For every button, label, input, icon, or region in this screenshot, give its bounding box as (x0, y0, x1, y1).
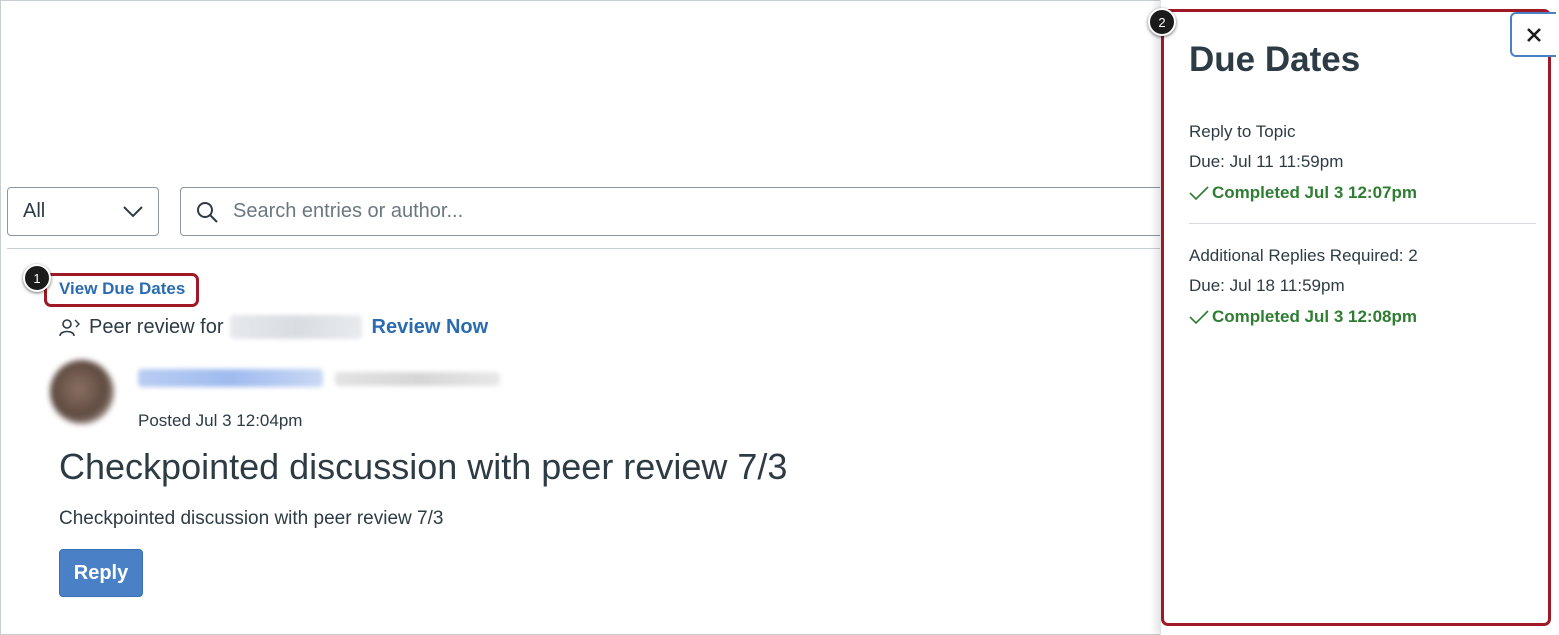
discussion-body: Checkpointed discussion with peer review… (59, 508, 444, 529)
tray-title: Due Dates (1189, 40, 1361, 79)
checkpoint-completed-status: Completed Jul 3 12:08pm (1189, 307, 1417, 327)
checkpoint-completed-text: Completed Jul 3 12:07pm (1212, 183, 1418, 202)
checkpoint-due-date: Due: Jul 11 11:59pm (1189, 152, 1344, 171)
close-tray-button[interactable] (1510, 12, 1556, 57)
checkpoint-due-date: Due: Jul 18 11:59pm (1189, 276, 1345, 295)
peer-review-row: Peer review for Review Now (59, 315, 488, 339)
view-due-dates-link[interactable]: View Due Dates (59, 279, 185, 299)
search-input[interactable] (233, 200, 1133, 223)
redacted-author-name[interactable] (138, 369, 323, 387)
callout-badge-1: 1 (23, 264, 51, 292)
checkpoint-label: Additional Replies Required: 2 (1189, 246, 1418, 265)
toolbar-divider (7, 248, 1162, 249)
discussion-title: Checkpointed discussion with peer review… (59, 446, 788, 487)
posted-timestamp: Posted Jul 3 12:04pm (138, 411, 303, 430)
checkpoint-completed-text: Completed Jul 3 12:08pm (1212, 307, 1418, 326)
callout-badge-2: 2 (1148, 8, 1176, 36)
filter-select[interactable]: All (7, 187, 159, 236)
chevron-down-icon (123, 205, 143, 217)
checkmark-icon (1189, 310, 1209, 324)
author-avatar[interactable] (50, 360, 114, 424)
peer-review-label: Peer review for (89, 315, 224, 338)
search-icon (197, 201, 218, 223)
filter-selected-value: All (23, 200, 46, 222)
reply-button[interactable]: Reply (59, 549, 143, 597)
checkmark-icon (1189, 186, 1209, 200)
checkpoint-completed-status: Completed Jul 3 12:07pm (1189, 183, 1417, 203)
review-now-link[interactable]: Review Now (372, 316, 489, 339)
redacted-student-name (229, 315, 362, 339)
peer-review-icon (59, 319, 80, 337)
redacted-author-role (335, 372, 500, 386)
close-icon (1527, 27, 1541, 42)
tray-divider (1189, 223, 1536, 224)
checkpoint-label: Reply to Topic (1189, 122, 1296, 141)
search-field[interactable] (180, 187, 1170, 236)
